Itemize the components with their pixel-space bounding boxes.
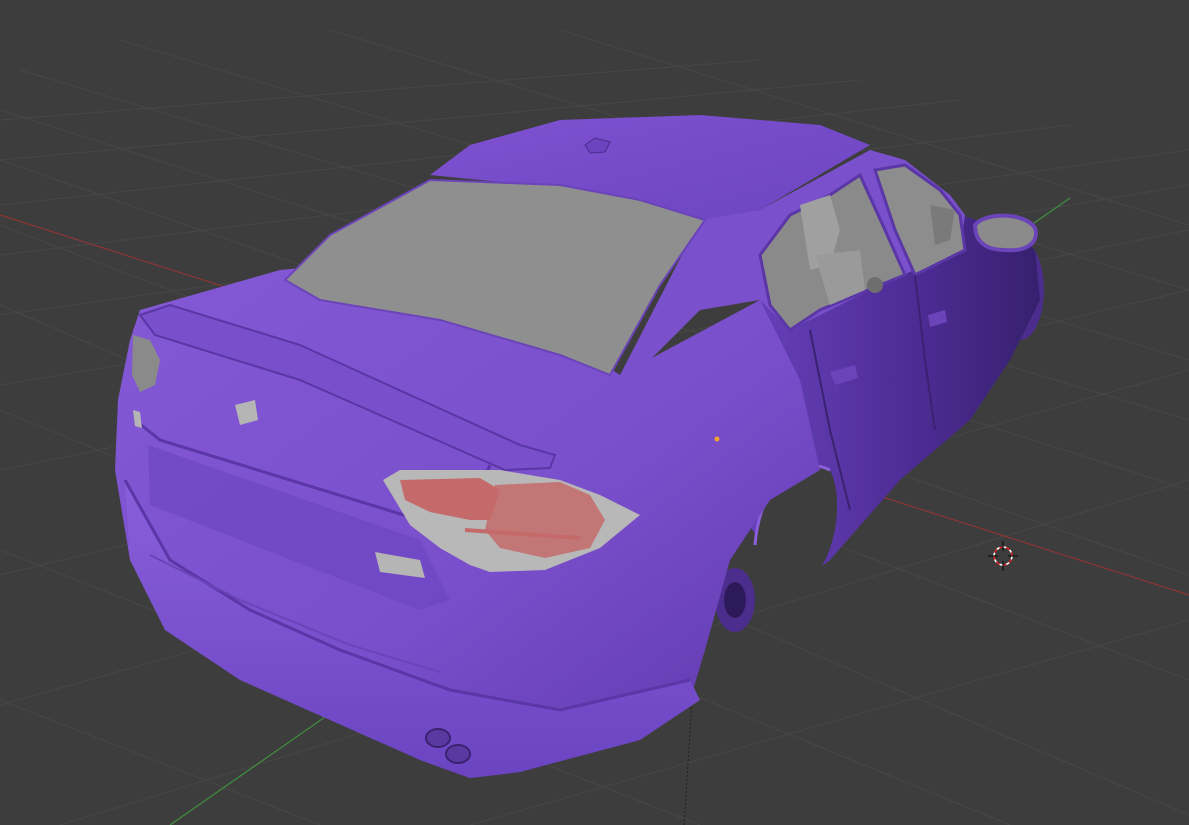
car-model[interactable] [115,115,1044,778]
object-origin-icon[interactable] [714,436,720,442]
3d-cursor-icon[interactable] [988,541,1018,571]
viewport-canvas[interactable] [0,0,1189,825]
3d-viewport[interactable] [0,0,1189,825]
side-mirror [972,213,1038,253]
